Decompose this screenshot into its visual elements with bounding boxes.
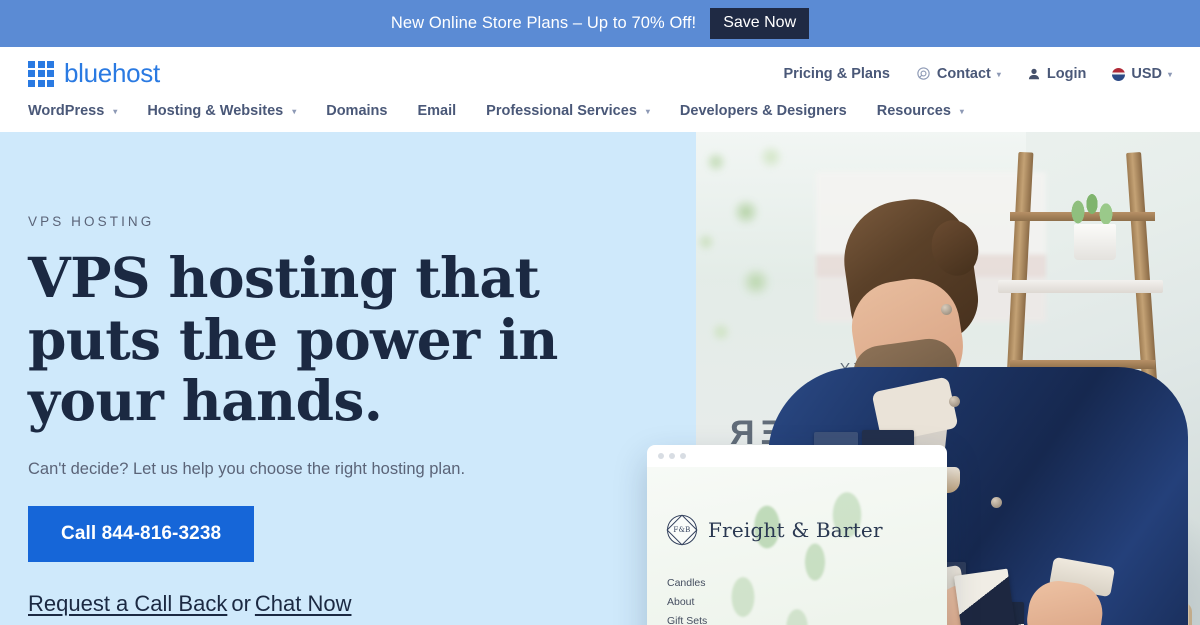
promo-banner-text: New Online Store Plans – Up to 70% Off! [390,14,697,32]
chat-now-link[interactable]: Chat Now [255,591,352,616]
headset-icon [916,66,931,81]
utility-nav-item-currency[interactable]: USD ▾ [1112,66,1172,82]
mockup-menu-label: Gift Sets [667,614,708,625]
utility-nav-item-pricing-plans[interactable]: Pricing & Plans [784,66,890,82]
nav-item-label: Resources [876,103,951,119]
browser-dot-close [658,453,664,459]
nav-item-resources[interactable]: Resources ▾ [877,103,964,119]
browser-mockup-body: F&B Freight & Barter Candles About Gift … [647,467,947,625]
chevron-down-icon: ▾ [292,107,297,116]
utility-nav: Pricing & Plans Contact ▾ Login USD ▾ [784,66,1172,82]
logo-wordmark: bluehost [64,58,160,88]
seal-monogram: F&B [673,526,691,534]
chevron-down-icon: ▾ [645,107,650,116]
links-separator: or [231,590,251,616]
mockup-brand: F&B Freight & Barter [667,515,883,545]
mockup-nav-menu: Candles About Gift Sets Home Accessories… [667,573,764,625]
mockup-menu-item-about[interactable]: About [667,592,764,611]
nav-item-professional-services[interactable]: Professional Services ▾ [486,103,650,119]
nav-item-label: Developers & Designers [679,103,847,119]
chevron-down-icon: ▾ [996,69,1001,79]
request-call-back-link[interactable]: Request a Call Back [28,591,227,616]
browser-mockup-titlebar [647,445,947,467]
chevron-down-icon: ▾ [113,107,118,116]
save-now-button[interactable]: Save Now [710,7,810,40]
browser-dot-minimize [669,453,675,459]
user-icon [1027,67,1041,81]
hero-section: QUALITY ARTER [0,132,1200,625]
us-flag-icon [1112,68,1126,81]
mockup-menu-label: Candles [667,576,706,589]
site-header: bluehost Pricing & Plans Contact ▾ Login… [0,47,1200,132]
nav-item-label: Email [417,103,457,119]
nav-item-label: Domains [326,103,388,119]
nav-item-wordpress[interactable]: WordPress ▾ [28,103,117,119]
page-title: VPS hosting that puts the power in your … [28,245,558,434]
mockup-menu-item-candles[interactable]: Candles [667,573,764,592]
hero-links-row: Request a Call Back or Chat Now [28,591,648,617]
nav-item-hosting-websites[interactable]: Hosting & Websites ▾ [147,103,296,119]
mockup-brand-name: Freight & Barter [708,518,883,542]
nav-item-label: Hosting & Websites [147,103,284,119]
utility-nav-label: Contact [936,65,991,82]
hero-copy: VPS HOSTING VPS hosting that puts the po… [28,132,648,625]
header-top-row: bluehost Pricing & Plans Contact ▾ Login… [28,47,1172,94]
main-nav: WordPress ▾ Hosting & Websites ▾ Domains… [28,94,1172,132]
browser-dot-maximize [680,453,686,459]
promo-banner: New Online Store Plans – Up to 70% Off! … [0,0,1200,47]
browser-mockup-card: F&B Freight & Barter Candles About Gift … [647,445,947,625]
hero-subhead: Can't decide? Let us help you choose the… [28,459,466,478]
call-cta-button[interactable]: Call 844-816-3238 [28,505,255,562]
plant-pot [1074,224,1116,260]
nav-item-email[interactable]: Email [417,103,456,119]
mockup-menu-label: About [667,595,695,608]
freight-barter-seal-icon: F&B [667,515,697,545]
utility-nav-label: USD [1131,65,1162,82]
utility-nav-item-login[interactable]: Login [1027,66,1086,82]
nav-item-developers-designers[interactable]: Developers & Designers [680,103,847,119]
nav-item-label: Professional Services [486,103,637,119]
nav-item-domains[interactable]: Domains [326,103,387,119]
logo-grid-icon [28,60,54,87]
mockup-menu-item-gift-sets[interactable]: Gift Sets [667,611,764,625]
chevron-down-icon: ▾ [1167,69,1172,79]
nav-item-label: WordPress [28,103,105,119]
utility-nav-label: Pricing & Plans [783,65,890,82]
chevron-down-icon: ▾ [959,107,964,116]
hero-eyebrow: VPS HOSTING [28,214,155,229]
product-box-held [953,568,1017,625]
bluehost-logo[interactable]: bluehost [28,58,160,89]
utility-nav-item-contact[interactable]: Contact ▾ [916,66,1001,82]
utility-nav-label: Login [1046,65,1087,82]
